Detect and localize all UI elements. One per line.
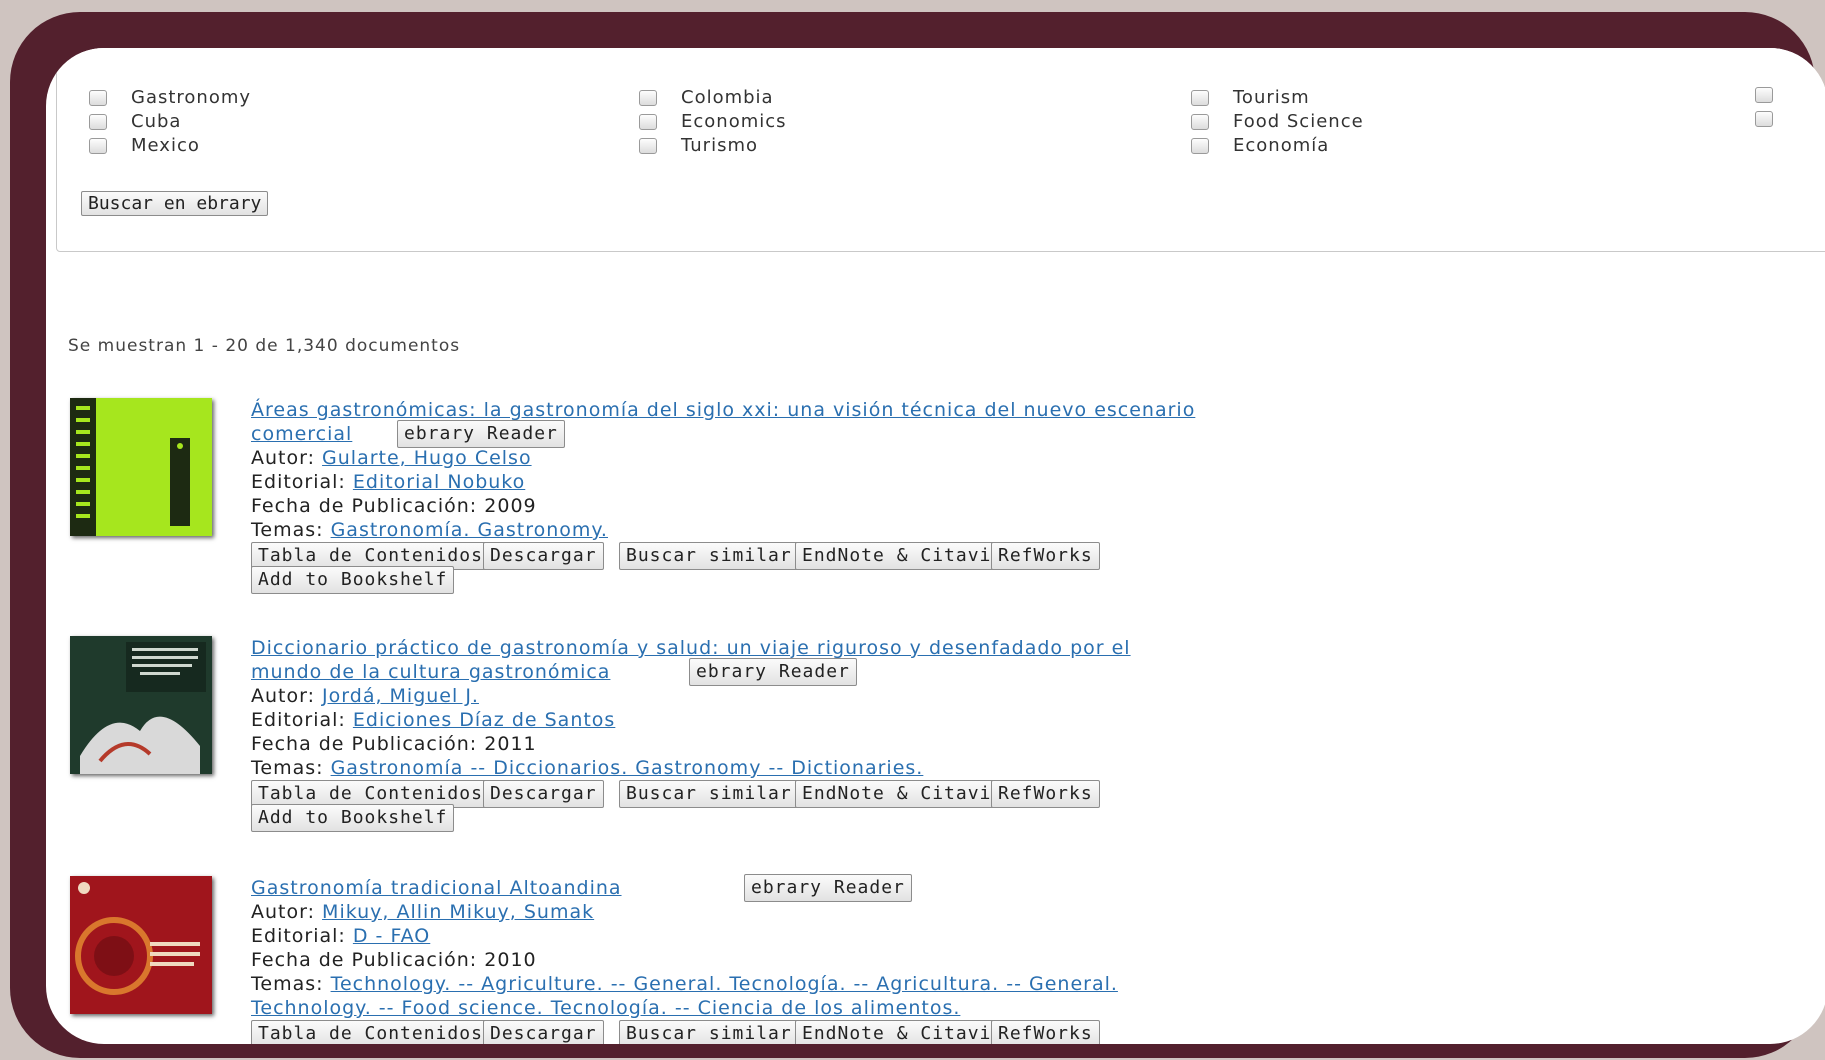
book-cover-image <box>70 876 212 1014</box>
author-link[interactable]: Jordá, Miguel J. <box>322 685 479 707</box>
filter-label: Cuba <box>131 111 182 132</box>
action-buttons: Tabla de Contenidos Descargar Buscar sim… <box>251 780 1401 832</box>
author-link[interactable]: Mikuy, Allin Mikuy, Sumak <box>322 901 594 923</box>
ebrary-reader-button[interactable]: ebrary Reader <box>397 420 565 448</box>
topics-label: Temas: <box>251 757 324 779</box>
filter-label: Economía <box>1233 135 1330 156</box>
photo-frame: Gastronomy Cuba Mexico Colombia Economic… <box>10 12 1825 1058</box>
download-button[interactable]: Descargar <box>483 1020 604 1044</box>
checkbox[interactable] <box>639 89 657 106</box>
filter-label: Food Science <box>1233 111 1364 132</box>
search-similar-button[interactable]: Buscar similar <box>619 542 799 570</box>
book-cover[interactable] <box>70 398 212 536</box>
result-title-cont[interactable]: comercial <box>251 423 352 445</box>
ebrary-reader-button[interactable]: ebrary Reader <box>744 874 912 902</box>
refworks-button[interactable]: RefWorks <box>991 1020 1100 1044</box>
checkbox[interactable] <box>89 113 107 130</box>
checkbox[interactable] <box>639 137 657 154</box>
filter-label: Mexico <box>131 135 200 156</box>
filter-label: Economics <box>681 111 787 132</box>
filter-mexico[interactable]: Mexico <box>89 135 200 156</box>
filter-colombia[interactable]: Colombia <box>639 87 774 108</box>
results-count: Se muestran 1 - 20 de 1,340 documentos <box>68 336 461 356</box>
endnote-citavi-button[interactable]: EndNote & Citavi <box>795 780 999 808</box>
book-cover[interactable] <box>70 636 212 774</box>
action-buttons: Tabla de Contenidos Descargar Buscar sim… <box>251 1020 1401 1044</box>
ebrary-reader-button[interactable]: ebrary Reader <box>689 658 857 686</box>
subject-filter-panel: Gastronomy Cuba Mexico Colombia Economic… <box>56 48 1825 252</box>
checkbox[interactable] <box>89 137 107 154</box>
toc-button[interactable]: Tabla de Contenidos <box>251 1020 490 1044</box>
filter-cuba[interactable]: Cuba <box>89 111 181 132</box>
filter-gastronomy[interactable]: Gastronomy <box>89 87 251 108</box>
search-similar-button[interactable]: Buscar similar <box>619 1020 799 1044</box>
book-cover-image <box>70 636 212 774</box>
result-title-cont[interactable]: mundo de la cultura gastronómica <box>251 661 610 683</box>
filter-economia[interactable]: Economía <box>1191 135 1329 156</box>
date-label: Fecha de Publicación: <box>251 495 478 517</box>
checkbox[interactable] <box>1191 89 1209 106</box>
endnote-citavi-button[interactable]: EndNote & Citavi <box>795 542 999 570</box>
book-cover-image <box>70 398 212 536</box>
filter-economics[interactable]: Economics <box>639 111 787 132</box>
search-ebrary-button[interactable]: Buscar en ebrary <box>81 191 269 216</box>
topics-links-cont[interactable]: Technology. -- Food science. Tecnología.… <box>251 997 960 1019</box>
topics-links[interactable]: Gastronomía. Gastronomy. <box>331 519 608 541</box>
result-details: Áreas gastronómicas: la gastronomía del … <box>251 398 1401 594</box>
publisher-label: Editorial: <box>251 925 346 947</box>
checkbox[interactable] <box>1191 137 1209 154</box>
filter-tourism[interactable]: Tourism <box>1191 87 1310 108</box>
publisher-label: Editorial: <box>251 709 346 731</box>
book-cover[interactable] <box>70 876 212 1014</box>
publisher-label: Editorial: <box>251 471 346 493</box>
filter-label: Colombia <box>681 87 774 108</box>
author-label: Autor: <box>251 685 315 707</box>
checkbox[interactable] <box>639 113 657 130</box>
filter-label: Tourism <box>1233 87 1310 108</box>
author-label: Autor: <box>251 901 315 923</box>
add-to-bookshelf-button[interactable]: Add to Bookshelf <box>251 566 455 594</box>
result-title[interactable]: Gastronomía tradicional Altoandina <box>251 877 622 899</box>
filter-food-science[interactable]: Food Science <box>1191 111 1364 132</box>
author-label: Autor: <box>251 447 315 469</box>
date-label: Fecha de Publicación: <box>251 733 478 755</box>
search-similar-button[interactable]: Buscar similar <box>619 780 799 808</box>
add-to-bookshelf-button[interactable]: Add to Bookshelf <box>251 804 455 832</box>
checkbox[interactable] <box>1191 113 1209 130</box>
refworks-button[interactable]: RefWorks <box>991 542 1100 570</box>
endnote-citavi-button[interactable]: EndNote & Citavi <box>795 1020 999 1044</box>
filter-label: Gastronomy <box>131 87 252 108</box>
publisher-link[interactable]: D - FAO <box>353 925 430 947</box>
topics-label: Temas: <box>251 519 324 541</box>
download-button[interactable]: Descargar <box>483 780 604 808</box>
author-link[interactable]: Gularte, Hugo Celso <box>322 447 532 469</box>
publication-date: 2010 <box>484 949 537 971</box>
date-label: Fecha de Publicación: <box>251 949 478 971</box>
checkbox[interactable] <box>1755 111 1773 127</box>
publication-date: 2011 <box>484 733 537 755</box>
result-details: Gastronomía tradicional Altoandina ebrar… <box>251 874 1401 1044</box>
result-details: Diccionario práctico de gastronomía y sa… <box>251 636 1401 832</box>
checkbox[interactable] <box>89 89 107 106</box>
topics-label: Temas: <box>251 973 324 995</box>
download-button[interactable]: Descargar <box>483 542 604 570</box>
filter-turismo[interactable]: Turismo <box>639 135 758 156</box>
filter-label: Turismo <box>681 135 758 156</box>
publisher-link[interactable]: Editorial Nobuko <box>353 471 525 493</box>
refworks-button[interactable]: RefWorks <box>991 780 1100 808</box>
publisher-link[interactable]: Ediciones Díaz de Santos <box>353 709 615 731</box>
browser-viewport: Gastronomy Cuba Mexico Colombia Economic… <box>46 48 1825 1044</box>
result-title[interactable]: Áreas gastronómicas: la gastronomía del … <box>251 399 1195 421</box>
topics-links[interactable]: Gastronomía -- Diccionarios. Gastronomy … <box>331 757 924 779</box>
action-buttons: Tabla de Contenidos Descargar Buscar sim… <box>251 542 1401 594</box>
publication-date: 2009 <box>484 495 537 517</box>
result-title[interactable]: Diccionario práctico de gastronomía y sa… <box>251 637 1131 659</box>
checkbox[interactable] <box>1755 87 1773 103</box>
topics-links[interactable]: Technology. -- Agriculture. -- General. … <box>331 973 1118 995</box>
